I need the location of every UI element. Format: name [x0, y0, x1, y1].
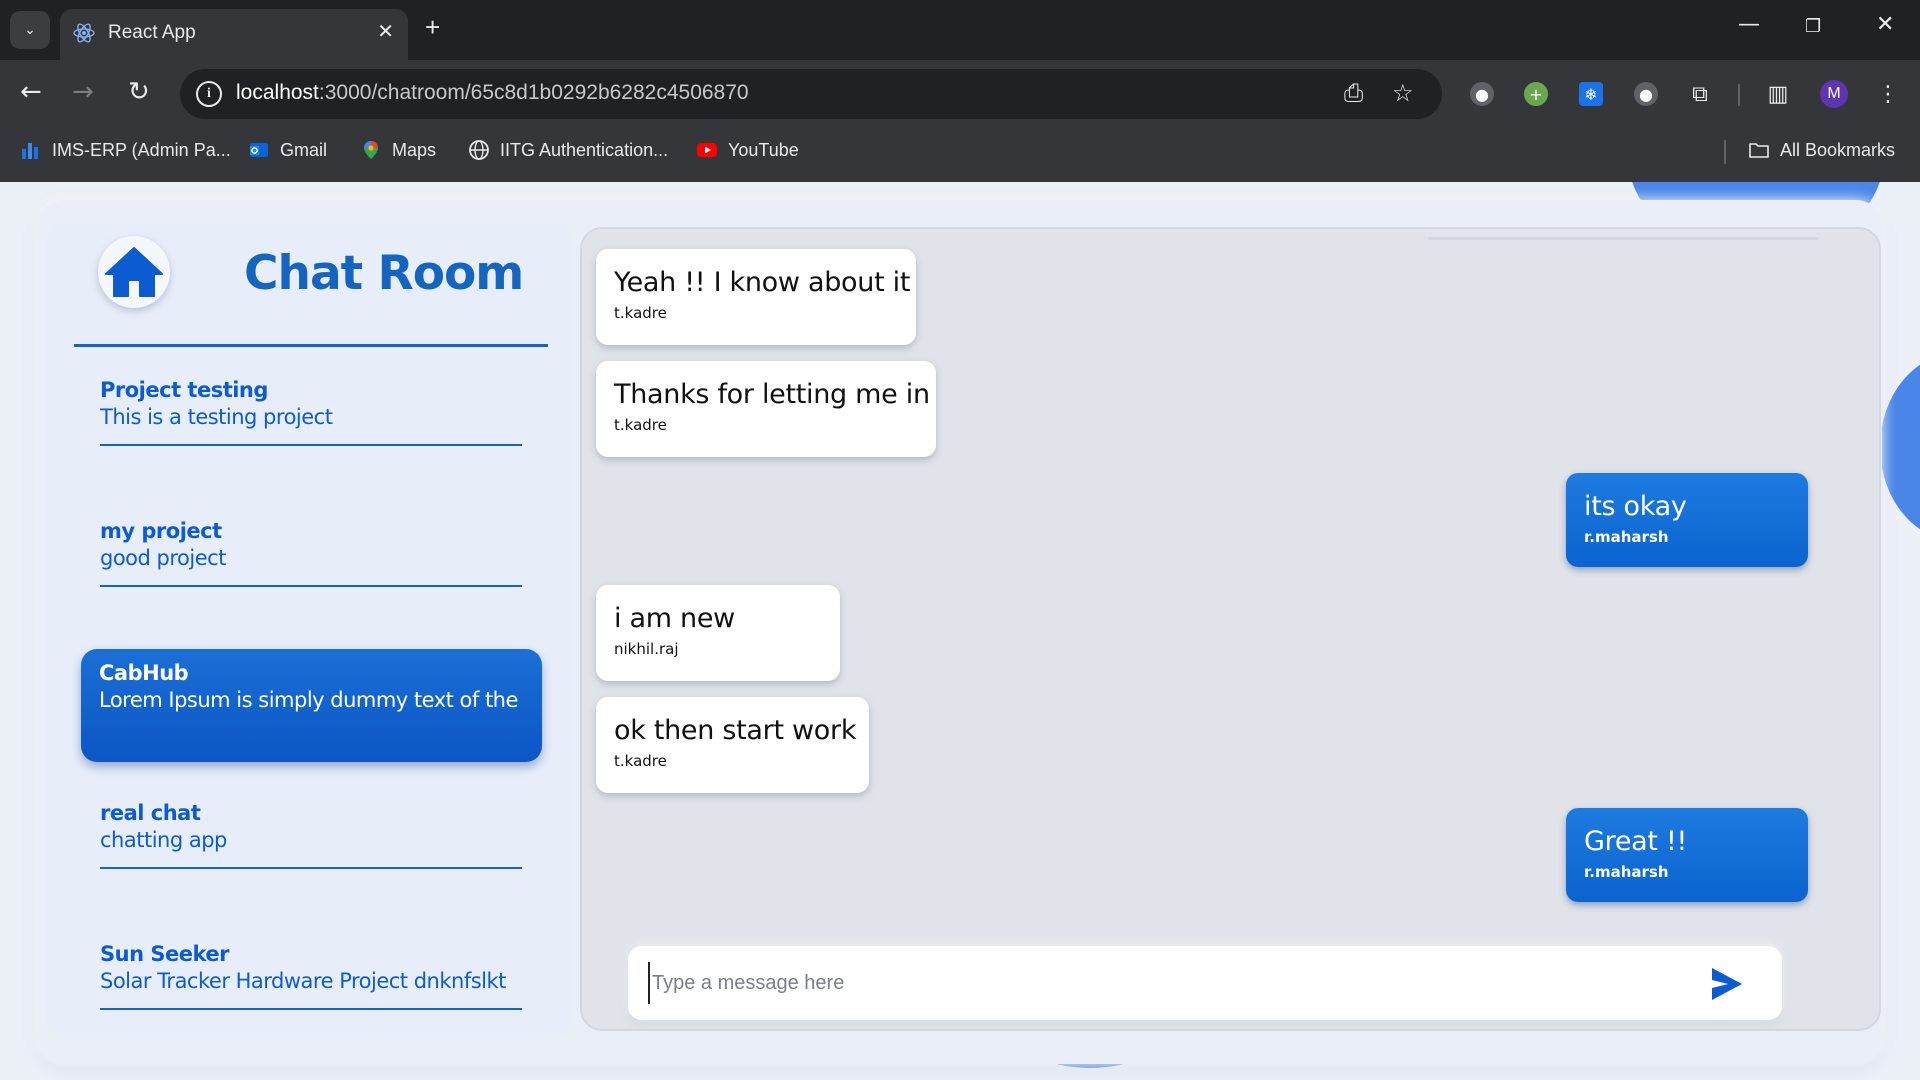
message-input[interactable] [648, 962, 1678, 1004]
page-title: Chat Room [244, 246, 524, 301]
message-text: Yeah !! I know about it [614, 267, 911, 298]
restore-window-icon[interactable]: ❐ [1805, 16, 1821, 37]
bookmark-label: YouTube [728, 139, 799, 160]
url-text[interactable]: localhost:3000/chatroom/65c8d1b0292b6282… [236, 81, 749, 105]
room-name: Project testing [100, 378, 268, 402]
extension-snowflake-icon[interactable]: ❄ [1579, 82, 1603, 106]
bookmarks-bar: IMS-ERP (Admin Pa... Gmail Maps IITG Aut… [0, 128, 1920, 182]
extension-icon-2[interactable]: ● [1634, 82, 1658, 106]
message-username: nikhil.raj [614, 640, 679, 658]
room-item-cabhub-active[interactable]: CabHub Lorem Ipsum is simply dummy text … [81, 649, 542, 762]
chat-scroll-indicator [1428, 237, 1818, 240]
toolbar-separator [1738, 84, 1740, 106]
close-window-icon[interactable]: ✕ [1876, 12, 1894, 37]
room-description: chatting app [100, 828, 227, 852]
room-name: real chat [100, 801, 201, 825]
room-item-project-testing[interactable]: Project testing This is a testing projec… [100, 378, 522, 446]
bookmark-star-icon[interactable]: ☆ [1392, 79, 1414, 107]
message-text: Thanks for letting me in [614, 379, 930, 410]
reload-icon[interactable]: ↻ [128, 78, 150, 106]
sidebar-panel [46, 220, 574, 1038]
message-composer [628, 946, 1782, 1020]
outlook-icon [250, 143, 268, 157]
room-description: Solar Tracker Hardware Project dnknfslkt [100, 969, 506, 993]
site-info-icon[interactable]: i [196, 81, 222, 107]
all-bookmarks-label: All Bookmarks [1780, 139, 1896, 160]
message-text: Great !! [1584, 826, 1688, 857]
install-app-icon[interactable]: ⎙ [1344, 79, 1363, 107]
message-text: i am new [614, 603, 735, 634]
home-button[interactable] [98, 236, 170, 308]
bookmark-maps[interactable]: Maps [360, 128, 436, 172]
message-bubble-incoming: Yeah !! I know about it t.kadre [596, 249, 916, 345]
close-tab-icon[interactable]: ✕ [377, 19, 394, 43]
minimize-window-icon[interactable]: — [1738, 12, 1760, 37]
room-item-my-project[interactable]: my project good project [100, 519, 522, 587]
message-bubble-incoming: Thanks for letting me in t.kadre [596, 361, 936, 457]
send-icon[interactable] [1706, 964, 1746, 1004]
room-name: CabHub [99, 661, 189, 685]
room-item-real-chat[interactable]: real chat chatting app [100, 801, 522, 869]
address-bar[interactable]: i localhost:3000/chatroom/65c8d1b0292b62… [180, 69, 1442, 119]
room-description: good project [100, 546, 226, 570]
globe-icon [469, 140, 489, 160]
extension-plus-icon[interactable]: + [1524, 82, 1548, 106]
youtube-icon [697, 143, 717, 157]
bookmark-label: IMS-ERP (Admin Pa... [52, 139, 231, 160]
tab-search-button[interactable]: ⌄ [10, 11, 50, 49]
url-host: localhost [236, 81, 319, 104]
room-description: Lorem Ipsum is simply dummy text of the [99, 688, 518, 712]
message-bubble-outgoing: Great !! r.maharsh [1566, 808, 1808, 902]
room-name: Sun Seeker [100, 942, 229, 966]
message-text: ok then start work [614, 715, 857, 746]
browser-tab-bar: ⌄ React App ✕ + — ❐ ✕ [0, 0, 1920, 60]
room-item-sun-seeker[interactable]: Sun Seeker Solar Tracker Hardware Projec… [100, 942, 522, 1010]
forward-arrow-icon[interactable]: → [72, 78, 94, 106]
tab-title: React App [108, 22, 196, 43]
back-arrow-icon[interactable]: ← [20, 78, 42, 106]
bar-chart-icon [22, 143, 38, 159]
browser-toolbar: ← → ↻ i localhost:3000/chatroom/65c8d1b0… [0, 60, 1920, 128]
bookmark-youtube[interactable]: YouTube [696, 128, 799, 172]
profile-avatar[interactable]: M [1820, 80, 1848, 108]
message-username: t.kadre [614, 752, 667, 770]
room-name: my project [100, 519, 222, 543]
more-menu-icon[interactable]: ⋮ [1876, 82, 1900, 107]
message-bubble-incoming: i am new nikhil.raj [596, 585, 840, 681]
bookmarks-separator [1724, 140, 1726, 164]
bookmark-ims-erp[interactable]: IMS-ERP (Admin Pa... [20, 128, 231, 172]
room-description: This is a testing project [100, 405, 333, 429]
folder-icon [1749, 143, 1769, 158]
maps-pin-icon [364, 141, 378, 159]
message-bubble-incoming: ok then start work t.kadre [596, 697, 869, 793]
bookmark-gmail[interactable]: Gmail [248, 128, 327, 172]
bookmark-label: IITG Authentication... [500, 139, 669, 160]
bookmark-iitg-auth[interactable]: IITG Authentication... [468, 128, 668, 172]
side-panel-icon[interactable]: ▥ [1766, 82, 1790, 107]
url-path: :3000/chatroom/65c8d1b0292b6282c4506870 [318, 81, 749, 104]
home-icon [105, 247, 163, 297]
extension-icon-1[interactable]: ● [1470, 82, 1494, 106]
bookmark-label: Maps [392, 139, 437, 160]
message-username: t.kadre [614, 416, 667, 434]
bookmark-label: Gmail [280, 139, 328, 160]
message-username: t.kadre [614, 304, 667, 322]
extensions-puzzle-icon[interactable]: ⧉ [1688, 82, 1712, 107]
browser-tab[interactable]: React App ✕ [60, 9, 408, 60]
decorative-blob-right [1880, 352, 1920, 542]
react-logo-icon [73, 23, 95, 43]
new-tab-button[interactable]: + [425, 12, 440, 43]
message-text: its okay [1584, 491, 1687, 522]
title-divider [74, 344, 548, 347]
chevron-down-icon: ⌄ [24, 22, 36, 38]
all-bookmarks-button[interactable]: All Bookmarks [1748, 128, 1895, 172]
message-username: r.maharsh [1584, 863, 1669, 881]
message-bubble-outgoing: its okay r.maharsh [1566, 473, 1808, 567]
message-username: r.maharsh [1584, 528, 1669, 546]
